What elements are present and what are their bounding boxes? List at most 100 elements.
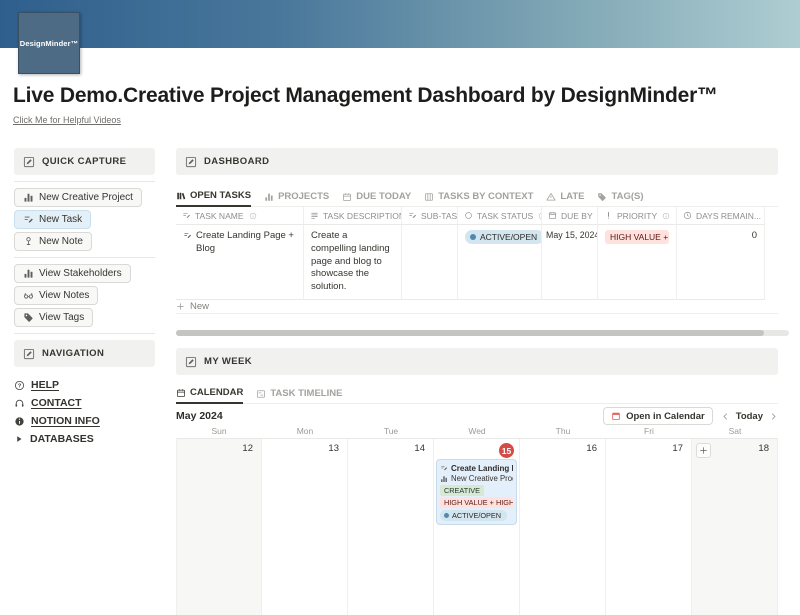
cell-task-description[interactable]: Create a compelling landing page and blo… [304,225,402,300]
databases-toggle[interactable]: DATABASES [14,432,155,446]
date-number: 17 [672,443,683,454]
new-note-button[interactable]: New Note [14,232,92,251]
column-header-task-name[interactable]: TASK NAME [176,207,304,225]
sidebar-link-notion-info[interactable]: NOTION INFO [14,414,155,428]
column-label: DUE BY [561,211,593,221]
column-header-priority[interactable]: PRIORITY [598,207,677,225]
tab-tags[interactable]: TAG(S) [597,191,643,206]
cell-priority[interactable]: HIGH VALUE + HI... [598,225,677,300]
chevron-right-icon[interactable] [769,412,778,421]
scrollbar-thumb[interactable] [176,330,764,336]
quick-capture-group-new: New Creative Project New Task New Note [14,188,155,251]
event-priority-row: HIGH VALUE + HIGH URGE [440,497,513,508]
today-badge: 15 [499,443,514,458]
calendar-month-label: May 2024 [176,410,223,422]
tab-late[interactable]: LATE [546,191,584,206]
plus-icon [699,446,708,455]
cell-task-name[interactable]: Create Landing Page + Blog [176,225,304,300]
day-label: Sun [176,426,262,438]
view-tags-button[interactable]: View Tags [14,308,93,327]
date-number: 18 [758,443,769,454]
chevron-left-icon[interactable] [721,412,730,421]
bar-chart-icon [440,475,448,483]
dashboard-header: DASHBOARD [176,148,778,175]
task-check-icon [23,214,34,225]
event-project: New Creative Product [451,474,513,483]
calendar-event-card[interactable]: Create Landing P... New Creative Product… [436,459,517,525]
headset-icon [14,398,25,409]
calendar-date-cell[interactable]: 12 [176,439,262,615]
tab-label: CALENDAR [190,387,243,398]
column-header-days-remaining[interactable]: DAYS REMAIN... [677,207,765,225]
task-name-text: Create Landing Page + Blog [196,230,296,294]
cell-task-status[interactable]: ACTIVE/OPEN [458,225,542,300]
tab-open-tasks[interactable]: OPEN TASKS [176,190,251,207]
event-title: Create Landing P... [451,464,513,473]
new-task-button[interactable]: New Task [14,210,91,229]
helpful-videos-link[interactable]: Click Me for Helpful Videos [13,115,121,125]
sidebar-link-help[interactable]: ? HELP [14,378,155,392]
event-context-tag: CREATIVE [440,485,484,496]
task-check-icon [408,211,417,220]
new-creative-project-button[interactable]: New Creative Project [14,188,142,207]
horizontal-scrollbar[interactable] [176,330,789,336]
tab-due-today[interactable]: DUE TODAY [342,191,411,206]
glasses-icon [23,290,34,301]
sidebar-link-contact[interactable]: CONTACT [14,396,155,410]
page-header: Live Demo.Creative Project Management Da… [13,84,793,128]
tab-label: TASKS BY CONTEXT [438,191,533,202]
event-status-text: ACTIVE/OPEN [452,511,501,520]
databases-label: DATABASES [30,433,94,445]
calendar-controls: Open in Calendar Today [603,407,778,425]
calendar-date-cell[interactable]: 18 [692,439,778,615]
info-icon [14,416,25,427]
day-label: Thu [520,426,606,438]
day-label: Fri [606,426,692,438]
help-icon: ? [14,380,25,391]
today-button[interactable]: Today [736,411,763,422]
event-status-tag: ACTIVE/OPEN [440,510,507,521]
tab-task-timeline[interactable]: TASK TIMELINE [256,388,342,403]
add-event-button[interactable] [696,443,711,458]
add-new-row-button[interactable]: New [176,300,778,314]
svg-text:?: ? [18,383,22,389]
column-header-due-by[interactable]: DUE BY [542,207,598,225]
tab-projects[interactable]: PROJECTS [264,191,329,206]
logo-text: DesignMinder™ [20,39,78,48]
info-icon [249,212,257,220]
tab-label: DUE TODAY [356,191,411,202]
view-stakeholders-button[interactable]: View Stakeholders [14,264,131,283]
status-icon [464,211,473,220]
calendar-date-cell[interactable]: 17 [606,439,692,615]
button-label: New Creative Project [39,192,133,203]
tab-label: PROJECTS [278,191,329,202]
column-header-task-description[interactable]: TASK DESCRIPTION [304,207,402,225]
calendar-date-cell[interactable]: 16 [520,439,606,615]
page-title: Live Demo.Creative Project Management Da… [13,84,793,108]
column-header-sub-tasks[interactable]: SUB-TAS... [402,207,458,225]
days-remaining-value: 0 [752,230,757,241]
task-description-text: Create a compelling landing page and blo… [311,230,390,292]
warning-icon [546,192,556,202]
exclamation-icon [604,211,613,220]
view-notes-button[interactable]: View Notes [14,286,98,305]
open-in-calendar-button[interactable]: Open in Calendar [603,407,713,425]
cell-days-remaining[interactable]: 0 [677,225,765,300]
page: DesignMinder™ Live Demo.Creative Project… [0,0,800,615]
edit-icon [185,356,197,368]
cell-sub-tasks[interactable] [402,225,458,300]
status-dot-icon [470,234,476,240]
dashboard-title: DASHBOARD [204,156,269,167]
calendar-date-cell[interactable]: 14 [348,439,434,615]
calendar-date-cell-today[interactable]: 15 Create Landing P... New Creative Prod… [434,439,520,615]
tab-tasks-by-context[interactable]: TASKS BY CONTEXT [424,191,533,206]
divider [14,181,155,182]
calendar-date-cell[interactable]: 13 [262,439,348,615]
column-header-task-status[interactable]: TASK STATUS [458,207,542,225]
my-week-tabs: CALENDAR TASK TIMELINE [176,388,778,404]
tab-calendar[interactable]: CALENDAR [176,387,243,404]
link-label: NOTION INFO [31,415,100,427]
open-in-calendar-label: Open in Calendar [626,411,705,422]
cell-due-by[interactable]: May 15, 2024 [542,225,598,300]
button-label: View Notes [39,290,89,301]
